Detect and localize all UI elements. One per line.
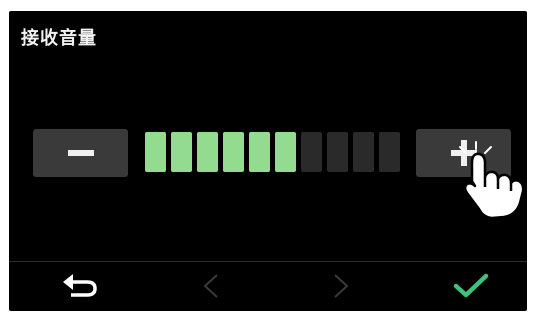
volume-segment [223,132,244,172]
chevron-right-icon [334,274,349,298]
confirm-button[interactable] [441,263,501,309]
volume-segment [379,132,400,172]
volume-segment [171,132,192,172]
volume-segment [301,132,322,172]
volume-segment [327,132,348,172]
chevron-left-icon [203,274,218,298]
volume-decrease-button[interactable] [33,129,128,177]
page-title: 接收音量 [21,28,97,49]
volume-segment [275,132,296,172]
volume-segment [197,132,218,172]
minus-icon [67,150,94,156]
return-arrow-icon [63,274,97,297]
previous-button[interactable] [181,263,241,309]
pointing-hand-icon [459,141,525,220]
volume-segment [249,132,270,172]
next-button[interactable] [311,263,371,309]
volume-settings-screen: 接收音量 [9,11,527,311]
checkmark-icon [453,273,489,298]
volume-segment [353,132,374,172]
volume-segment [145,132,166,172]
divider [9,261,527,262]
back-button[interactable] [51,263,111,309]
